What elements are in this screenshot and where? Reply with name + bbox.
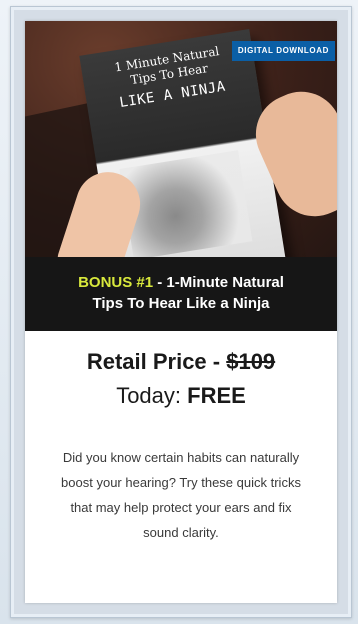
digital-download-badge: DIGITAL DOWNLOAD (231, 41, 335, 61)
today-price-row: Today: FREE (25, 383, 337, 409)
bonus-card-frame: 1 Minute Natural Tips To Hear LIKE A NIN… (10, 6, 352, 618)
product-image: 1 Minute Natural Tips To Hear LIKE A NIN… (25, 21, 337, 271)
ebook-title-line3: LIKE A NINJA (118, 78, 227, 112)
ebook-title: 1 Minute Natural Tips To Hear LIKE A NIN… (89, 40, 251, 115)
today-price-label: Today: (116, 383, 188, 408)
bonus-title-line1: BONUS #1 - 1-Minute Natural (78, 273, 284, 293)
today-price-value: FREE (187, 383, 246, 408)
retail-price-row: Retail Price - $109 (25, 349, 337, 375)
retail-price-value: $109 (226, 349, 276, 374)
bonus-description: Did you know certain habits can naturall… (61, 450, 301, 540)
bonus-card: 1 Minute Natural Tips To Hear LIKE A NIN… (25, 21, 337, 603)
bonus-tag: BONUS #1 (78, 274, 154, 291)
retail-price-label: Retail Price - (86, 349, 227, 374)
bonus-title-part1: - 1-Minute Natural (153, 274, 284, 291)
bonus-title-line2: Tips To Hear Like a Ninja (92, 295, 270, 312)
bonus-title-bar: BONUS #1 - 1-Minute Natural Tips To Hear… (25, 257, 337, 331)
